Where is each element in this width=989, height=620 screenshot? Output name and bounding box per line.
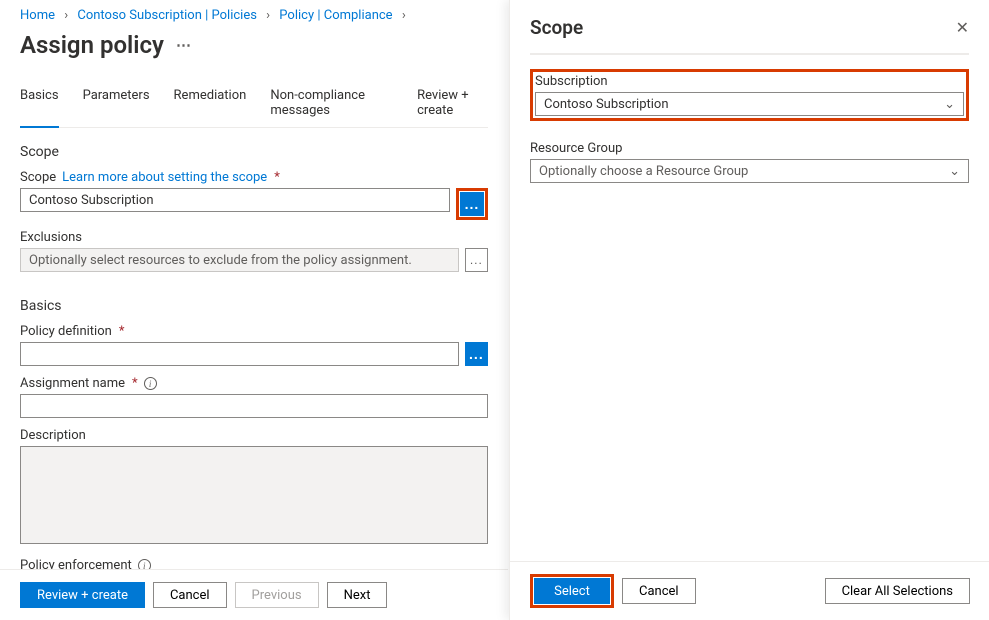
footer-right: Select Cancel Clear All Selections [510, 561, 989, 620]
highlight-select-button: Select [530, 574, 614, 608]
panel-title: Scope [530, 16, 583, 39]
scope-section-header: Scope [20, 144, 488, 160]
resource-group-dropdown[interactable]: Optionally choose a Resource Group ⌄ [530, 159, 969, 183]
description-label: Description [20, 428, 86, 443]
panel-cancel-button[interactable]: Cancel [622, 578, 696, 604]
highlight-scope-selector: ... [456, 188, 488, 220]
divider [530, 53, 969, 55]
clear-all-button[interactable]: Clear All Selections [825, 578, 970, 604]
resource-group-label: Resource Group [530, 141, 622, 156]
breadcrumb: Home › Contoso Subscription | Policies ›… [20, 6, 488, 23]
scope-selector-button[interactable]: ... [460, 192, 484, 216]
chevron-right-icon: › [266, 8, 270, 23]
required-icon: * [132, 376, 138, 391]
policy-definition-label: Policy definition [20, 324, 112, 339]
required-icon: * [274, 170, 280, 185]
subscription-value: Contoso Subscription [544, 97, 669, 112]
tab-parameters[interactable]: Parameters [83, 81, 150, 128]
policy-definition-selector-button[interactable]: ... [465, 342, 488, 366]
subscription-label: Subscription [535, 74, 608, 89]
description-textarea[interactable] [20, 446, 488, 544]
breadcrumb-subscription[interactable]: Contoso Subscription | Policies [77, 8, 257, 23]
highlight-subscription-dropdown: Subscription Contoso Subscription ⌄ [530, 69, 969, 121]
exclusions-selector-button[interactable]: ... [465, 248, 488, 272]
scope-panel: Scope ✕ Subscription Contoso Subscriptio… [509, 0, 989, 620]
exclusions-label: Exclusions [20, 230, 82, 245]
chevron-down-icon: ⌄ [944, 97, 955, 112]
page-title: Assign policy [20, 31, 164, 59]
subscription-dropdown[interactable]: Contoso Subscription ⌄ [535, 92, 964, 116]
scope-learn-more-link[interactable]: Learn more about setting the scope [62, 170, 267, 185]
chevron-down-icon: ⌄ [949, 164, 960, 179]
scope-label: Scope [20, 170, 56, 185]
chevron-right-icon: › [402, 8, 406, 23]
exclusions-input[interactable] [20, 248, 459, 272]
info-icon[interactable]: i [144, 377, 157, 390]
cancel-button[interactable]: Cancel [153, 582, 227, 608]
scope-input[interactable] [20, 188, 450, 212]
footer-left: Review + create Cancel Previous Next [0, 569, 508, 620]
close-icon[interactable]: ✕ [956, 18, 969, 37]
chevron-right-icon: › [64, 8, 68, 23]
tab-remediation[interactable]: Remediation [174, 81, 247, 128]
basics-section-header: Basics [20, 298, 488, 314]
assignment-name-label: Assignment name [20, 376, 125, 391]
breadcrumb-home[interactable]: Home [20, 8, 55, 23]
tab-noncompliance[interactable]: Non-compliance messages [270, 81, 393, 128]
tab-basics[interactable]: Basics [20, 81, 59, 128]
next-button[interactable]: Next [327, 582, 388, 608]
assignment-name-input[interactable] [20, 394, 488, 418]
more-icon[interactable]: ⋯ [176, 36, 192, 54]
tab-review-create[interactable]: Review + create [417, 81, 488, 128]
select-button[interactable]: Select [534, 578, 610, 604]
review-create-button[interactable]: Review + create [20, 582, 145, 608]
required-icon: * [119, 324, 125, 339]
tabs: Basics Parameters Remediation Non-compli… [20, 81, 488, 128]
policy-definition-input[interactable] [20, 342, 459, 366]
breadcrumb-policy[interactable]: Policy | Compliance [279, 8, 392, 23]
resource-group-placeholder: Optionally choose a Resource Group [539, 164, 748, 179]
previous-button[interactable]: Previous [235, 582, 319, 608]
main-content: Home › Contoso Subscription | Policies ›… [0, 0, 508, 620]
